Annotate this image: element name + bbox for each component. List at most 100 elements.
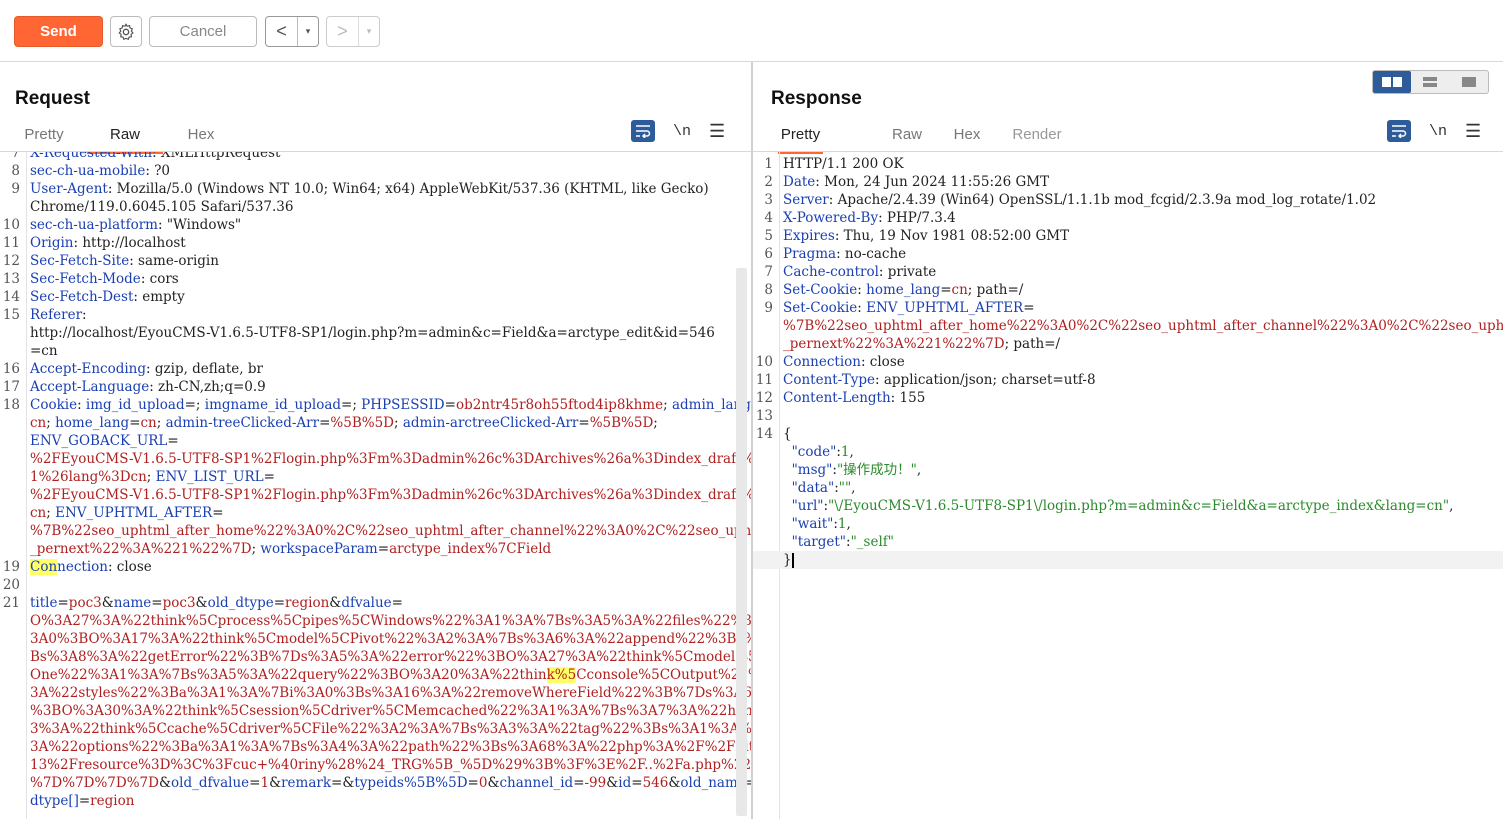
cancel-button[interactable]: Cancel bbox=[149, 16, 257, 47]
layout-stacked-button[interactable] bbox=[1411, 71, 1449, 93]
request-tab-pretty[interactable]: Pretty bbox=[22, 124, 66, 152]
line-number: 10 bbox=[755, 354, 773, 370]
line-content: Expires: Thu, 19 Nov 1981 08:52:00 GMT bbox=[779, 227, 1503, 245]
forward-button[interactable]: > bbox=[327, 17, 359, 46]
layout-switcher bbox=[1372, 70, 1489, 94]
token: Referer bbox=[30, 307, 83, 323]
request-editor[interactable]: 7 X-Requested-With: XMLHttpRequest 8 sec-ch… bbox=[0, 152, 751, 819]
word-wrap-toggle[interactable] bbox=[631, 120, 655, 142]
token: : gzip, deflate, br bbox=[146, 361, 263, 377]
word-wrap-toggle[interactable] bbox=[1387, 120, 1411, 142]
request-tab-hex[interactable]: Hex bbox=[186, 124, 216, 152]
request-line: 21 title=poc3&name=poc3&old_dtype=region&… bbox=[0, 594, 751, 612]
response-menu-icon[interactable]: ☰ bbox=[1465, 121, 1481, 142]
request-line: 3%3A%22think%5Ccache%5Cdriver%5CFile%22%… bbox=[0, 720, 751, 738]
token: : same-origin bbox=[129, 253, 219, 269]
show-newlines-toggle[interactable]: \n bbox=[1429, 123, 1447, 140]
token: "code" bbox=[791, 444, 837, 460]
token: region bbox=[285, 595, 330, 611]
main-toolbar: Send Cancel < ▾ > ▾ bbox=[0, 0, 1503, 62]
request-line: %2FEyouCMS-V1.6.5-UTF8-SP1%2Flogin.php%3… bbox=[0, 486, 751, 504]
line-number: 12 bbox=[755, 390, 773, 406]
line-content: Referer: bbox=[26, 306, 751, 324]
token: = bbox=[212, 505, 224, 521]
request-menu-icon[interactable]: ☰ bbox=[709, 121, 725, 142]
line-number: 15 bbox=[2, 307, 20, 323]
history-forward-group: > ▾ bbox=[326, 16, 380, 47]
line-number bbox=[753, 551, 779, 569]
request-line: _pernext%22%3A%221%22%7D; workspaceParam… bbox=[0, 540, 751, 558]
response-editor-tools: \n ☰ bbox=[1387, 120, 1481, 142]
request-line: cn; ENV_UPHTML_AFTER= bbox=[0, 504, 751, 522]
line-content: _pernext%22%3A%221%22%7D; path=/ bbox=[779, 335, 1503, 353]
token: "url" bbox=[791, 498, 824, 514]
line-content: Pragma: no-cache bbox=[779, 245, 1503, 263]
response-tab-raw[interactable]: Raw bbox=[892, 124, 922, 152]
token: : no-cache bbox=[836, 246, 907, 262]
token: One%22%3A1%3A%7Bs%3A5%3A%22query%22%3BO%… bbox=[30, 667, 547, 683]
single-layout-icon bbox=[1461, 77, 1476, 87]
token: _pernext%22%3A%221%22%7D bbox=[30, 541, 252, 557]
line-content: 13%2Fresource%3D%3C%3Fcuc+%40riny%28%24_… bbox=[26, 756, 751, 774]
line-number bbox=[0, 630, 26, 648]
token: = bbox=[467, 775, 479, 791]
token: 1 bbox=[840, 444, 850, 460]
token: %5B%5D bbox=[330, 415, 394, 431]
request-line: %7D%7D%7D%7D&old_dfvalue=1&remark=&typei… bbox=[0, 774, 751, 792]
line-content: %2FEyouCMS-V1.6.5-UTF8-SP1%2Flogin.php%3… bbox=[26, 486, 751, 504]
token: Expires bbox=[783, 228, 835, 244]
line-content: { bbox=[779, 425, 1503, 443]
line-content: Chrome/119.0.6045.105 Safari/537.36 bbox=[26, 198, 751, 216]
response-tab-render[interactable]: Render bbox=[1010, 124, 1064, 152]
token: Sec-Fetch-Site bbox=[30, 253, 130, 269]
token: typeids%5B%5D bbox=[354, 775, 468, 791]
response-line: 1 HTTP/1.1 200 OK bbox=[753, 155, 1503, 173]
token: = bbox=[249, 775, 261, 791]
response-editor[interactable]: 1 HTTP/1.1 200 OK 2 Date: Mon, 24 Jun 2024 … bbox=[753, 152, 1503, 819]
token: title bbox=[30, 595, 58, 611]
token: : Mozilla/5.0 (Windows NT 10.0; Win64; x… bbox=[107, 181, 709, 197]
line-number bbox=[753, 533, 779, 551]
line-number bbox=[753, 515, 779, 533]
token: = bbox=[1023, 300, 1035, 316]
token: : Apache/2.4.39 (Win64) OpenSSL/1.1.1b m… bbox=[828, 192, 1377, 208]
send-button[interactable]: Send bbox=[14, 16, 103, 47]
line-content: Accept-Language: zh-CN,zh;q=0.9 bbox=[26, 378, 751, 396]
token: Date bbox=[783, 174, 816, 190]
request-scrollbar[interactable] bbox=[736, 268, 747, 816]
line-number bbox=[753, 317, 779, 335]
token: Bs%3A8%3A%22getError%22%3B%7Ds%3A5%3A%22… bbox=[30, 649, 751, 665]
token: User-Agent bbox=[30, 181, 108, 197]
token: home_lang bbox=[866, 282, 941, 298]
line-number bbox=[0, 504, 26, 522]
token: img_id_upload bbox=[85, 397, 185, 413]
forward-history-dropdown[interactable]: ▾ bbox=[359, 17, 379, 46]
request-tab-raw[interactable]: Raw bbox=[87, 124, 163, 154]
token: = bbox=[573, 775, 585, 791]
show-newlines-toggle[interactable]: \n bbox=[673, 123, 691, 140]
token: sec-ch-ua-mobile bbox=[30, 163, 146, 179]
line-content: One%22%3A1%3A%7Bs%3A5%3A%22query%22%3BO%… bbox=[26, 666, 751, 684]
request-line: 16 Accept-Encoding: gzip, deflate, br bbox=[0, 360, 751, 378]
response-tab-pretty[interactable]: Pretty bbox=[778, 124, 823, 154]
token: = bbox=[57, 595, 69, 611]
layout-side-by-side-button[interactable] bbox=[1373, 71, 1412, 93]
back-history-dropdown[interactable]: ▾ bbox=[298, 17, 318, 46]
token: Origin bbox=[30, 235, 74, 251]
back-button[interactable]: < bbox=[266, 17, 298, 46]
line-content: http://localhost/EyouCMS-V1.6.5-UTF8-SP1… bbox=[26, 324, 751, 342]
token: : "Windows" bbox=[157, 217, 242, 233]
request-line: http://localhost/EyouCMS-V1.6.5-UTF8-SP1… bbox=[0, 324, 751, 342]
line-number: 13 bbox=[755, 408, 773, 424]
response-tab-hex[interactable]: Hex bbox=[952, 124, 982, 152]
line-number: 11 bbox=[2, 235, 20, 251]
token: 1%26lang%3Dcn bbox=[30, 469, 147, 485]
token: : zh-CN,zh;q=0.9 bbox=[149, 379, 266, 395]
layout-tabs-button[interactable] bbox=[1450, 71, 1488, 93]
token: = bbox=[319, 415, 331, 431]
token: ob2ntr45r8oh55ftod4ip8khme bbox=[455, 397, 664, 413]
token: ; bbox=[653, 415, 658, 431]
settings-button[interactable] bbox=[110, 16, 142, 47]
